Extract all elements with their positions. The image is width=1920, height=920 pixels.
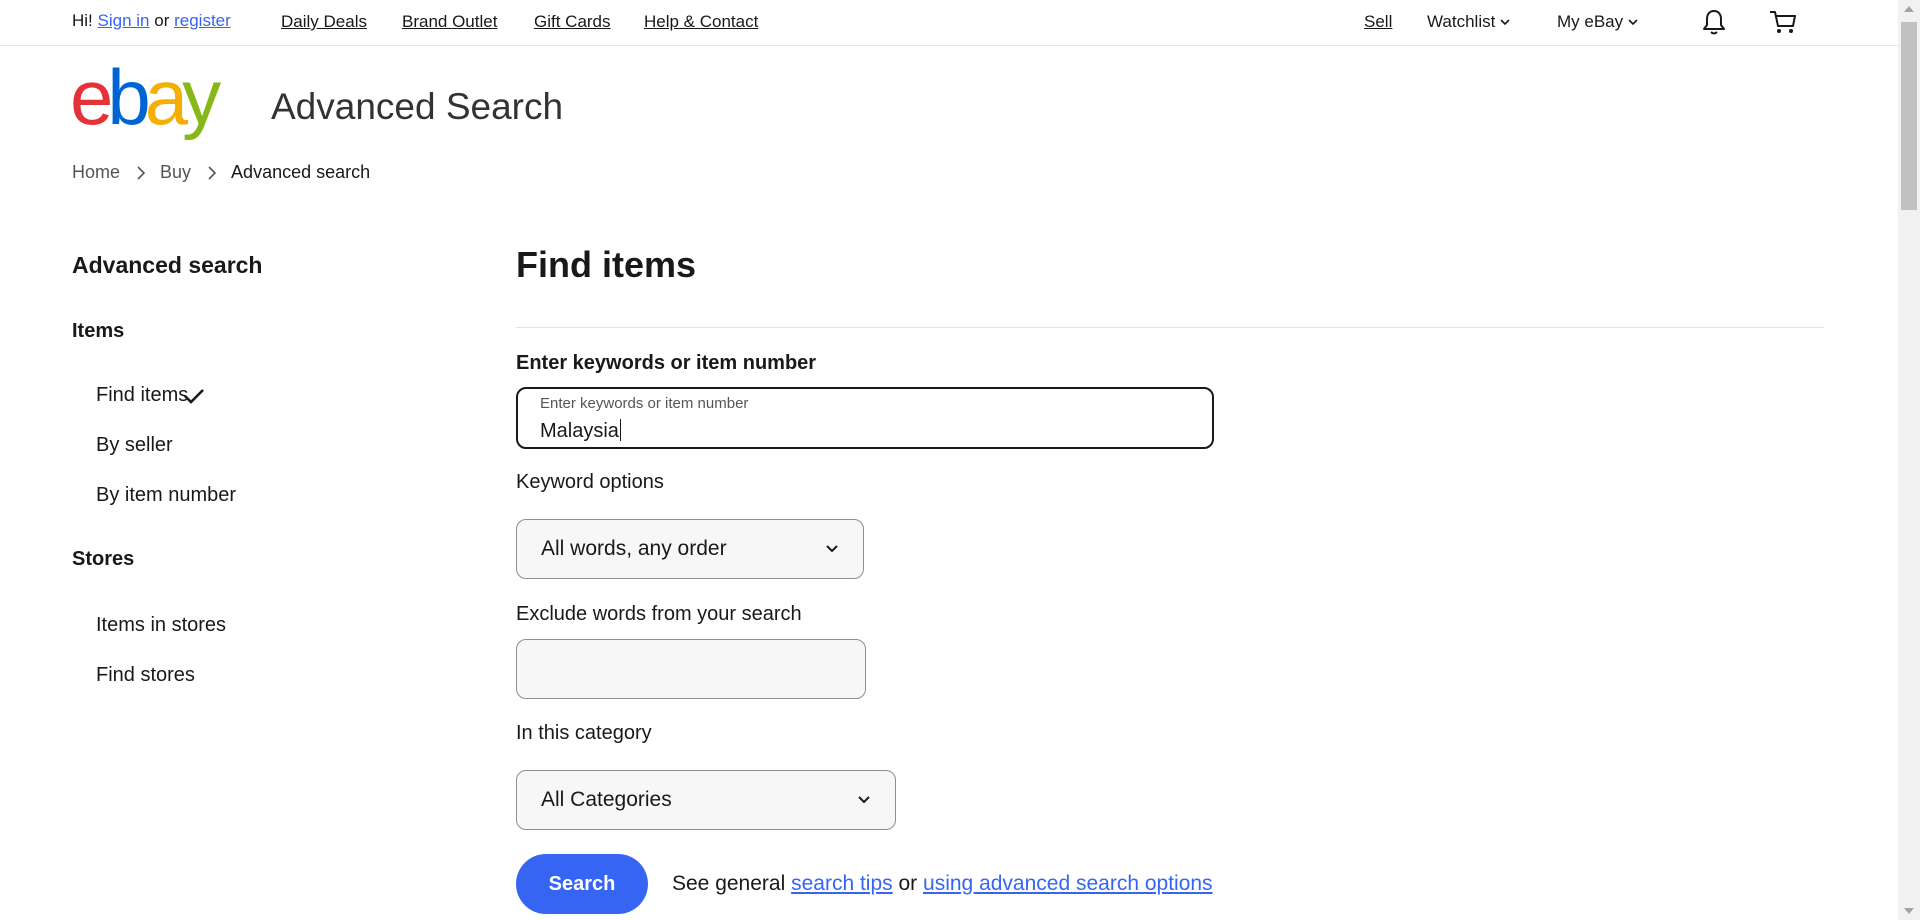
keyword-heading: Enter keywords or item number bbox=[516, 352, 817, 374]
breadcrumb: Home Buy Advanced search bbox=[72, 162, 370, 183]
category-label: In this category bbox=[516, 722, 652, 744]
page-title: Advanced Search bbox=[271, 86, 564, 127]
bell-icon[interactable] bbox=[1698, 6, 1730, 38]
sidebar-item-find-stores[interactable]: Find stores bbox=[96, 664, 195, 687]
watchlist-menu[interactable]: Watchlist bbox=[1427, 12, 1511, 32]
sidebar-item-items-in-stores[interactable]: Items in stores bbox=[96, 614, 226, 637]
search-tips-link[interactable]: search tips bbox=[791, 872, 893, 895]
sign-in-link[interactable]: Sign in bbox=[98, 11, 150, 30]
text-caret bbox=[619, 419, 621, 441]
breadcrumb-buy[interactable]: Buy bbox=[160, 162, 191, 183]
keyword-value: Malaysia bbox=[540, 420, 619, 442]
chevron-down-icon bbox=[1500, 19, 1510, 26]
greeting: Hi! Sign in or register bbox=[72, 11, 231, 31]
category-select[interactable]: All Categories bbox=[516, 770, 896, 830]
svg-text:ebay: ebay bbox=[70, 62, 221, 141]
scroll-thumb[interactable] bbox=[1901, 22, 1917, 210]
nav-daily-deals[interactable]: Daily Deals bbox=[281, 12, 367, 32]
checkmark-icon bbox=[184, 389, 204, 404]
chevron-down-icon bbox=[1628, 19, 1638, 26]
nav-help-contact[interactable]: Help & Contact bbox=[644, 12, 758, 32]
advanced-options-link[interactable]: using advanced search options bbox=[923, 872, 1213, 895]
keyword-options-select[interactable]: All words, any order bbox=[516, 519, 864, 579]
search-tips-text: See general search tips or using advance… bbox=[672, 872, 1213, 896]
or-text: or bbox=[154, 11, 170, 30]
sidebar-item-find-items[interactable]: Find items bbox=[96, 384, 188, 407]
search-button[interactable]: Search bbox=[516, 854, 648, 914]
keyword-placeholder: Enter keywords or item number bbox=[540, 395, 749, 412]
scroll-down-arrow-icon[interactable] bbox=[1904, 908, 1914, 914]
keyword-input[interactable]: Enter keywords or item number Malaysia bbox=[516, 387, 1214, 449]
breadcrumb-home[interactable]: Home bbox=[72, 162, 120, 183]
keyword-value-wrap: Malaysia bbox=[540, 419, 621, 443]
sidebar-item-by-item-number[interactable]: By item number bbox=[96, 484, 236, 507]
scrollbar[interactable] bbox=[1898, 0, 1920, 920]
category-value: All Categories bbox=[541, 788, 672, 811]
my-ebay-menu[interactable]: My eBay bbox=[1557, 12, 1639, 32]
top-bar: Hi! Sign in or register Daily Deals Bran… bbox=[0, 0, 1898, 46]
scroll-up-arrow-icon[interactable] bbox=[1904, 6, 1914, 12]
breadcrumb-advanced-search: Advanced search bbox=[231, 162, 371, 182]
sell-link[interactable]: Sell bbox=[1364, 12, 1392, 32]
keyword-options-value: All words, any order bbox=[541, 537, 727, 560]
register-link[interactable]: register bbox=[174, 11, 231, 30]
tips-prefix: See general bbox=[672, 872, 786, 895]
keyword-options-label: Keyword options bbox=[516, 471, 664, 493]
main-title: Find items bbox=[516, 244, 697, 285]
chevron-right-icon bbox=[208, 165, 217, 180]
chevron-down-icon bbox=[858, 796, 870, 804]
sidebar-section-stores: Stores bbox=[72, 548, 135, 570]
sidebar-title: Advanced search bbox=[72, 252, 263, 278]
divider bbox=[516, 327, 1824, 328]
my-ebay-label: My eBay bbox=[1557, 12, 1624, 31]
greeting-text: Hi! bbox=[72, 11, 93, 30]
watchlist-label: Watchlist bbox=[1427, 12, 1496, 31]
chevron-right-icon bbox=[137, 165, 146, 180]
exclude-label: Exclude words from your search bbox=[516, 603, 802, 625]
tips-or: or bbox=[898, 872, 918, 895]
sidebar-section-items: Items bbox=[72, 320, 125, 342]
ebay-logo[interactable]: ebay bbox=[70, 53, 250, 142]
exclude-words-input[interactable] bbox=[516, 639, 866, 699]
chevron-down-icon bbox=[826, 545, 838, 553]
nav-brand-outlet[interactable]: Brand Outlet bbox=[402, 12, 497, 32]
nav-gift-cards[interactable]: Gift Cards bbox=[534, 12, 611, 32]
sidebar-item-by-seller[interactable]: By seller bbox=[96, 434, 173, 457]
cart-icon[interactable] bbox=[1767, 6, 1799, 38]
